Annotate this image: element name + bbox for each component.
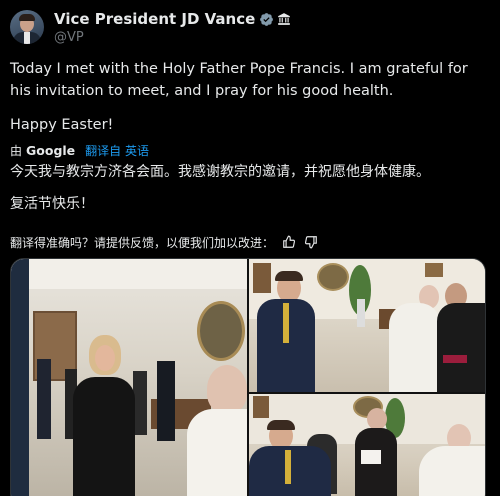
tweet-text: Today I met with the Holy Father Pope Fr…	[10, 58, 485, 136]
author-info: Vice President JD Vance @VP	[54, 10, 291, 45]
translated-text-line: 复活节快乐！	[10, 196, 94, 212]
verified-badge-icon[interactable]	[259, 12, 274, 27]
tweet-text-line: Happy Easter!	[10, 117, 114, 133]
tweet-header: Vice President JD Vance @VP	[10, 10, 291, 45]
government-building-icon[interactable]	[277, 12, 291, 26]
thumbs-up-icon[interactable]	[282, 235, 296, 249]
photo-gift[interactable]	[249, 394, 485, 496]
photo-meeting[interactable]	[249, 259, 485, 392]
media-grid	[10, 258, 486, 496]
thumbs-down-icon[interactable]	[304, 235, 318, 249]
translated-by-label: 由	[10, 143, 23, 158]
google-logo: Google	[26, 142, 76, 158]
translated-from-link[interactable]: 翻译自 英语	[85, 142, 149, 159]
tweet-text-line: Today I met with the Holy Father Pope Fr…	[10, 61, 468, 99]
avatar[interactable]	[10, 10, 44, 44]
feedback-prompt: 翻译得准确吗？请提供反馈，以便我们加以改进：	[10, 235, 275, 250]
translated-text-line: 今天我与教宗方济各会面。我感谢教宗的邀请，并祝愿他身体健康。	[10, 164, 430, 180]
author-display-name[interactable]: Vice President JD Vance	[54, 10, 255, 28]
translation-feedback: 翻译得准确吗？请提供反馈，以便我们加以改进：	[10, 234, 318, 250]
translation-attribution: 由 Google 翻译自 英语	[10, 142, 149, 158]
author-handle[interactable]: @VP	[54, 30, 291, 45]
photo-greeting[interactable]	[11, 259, 247, 496]
